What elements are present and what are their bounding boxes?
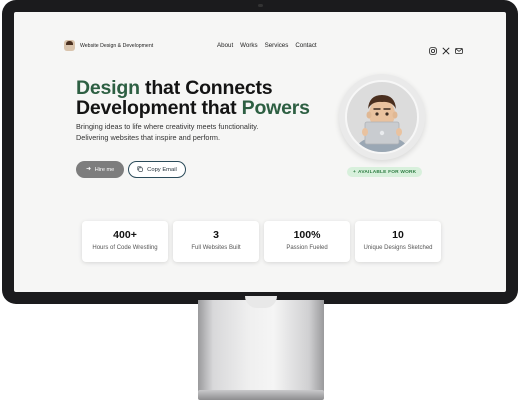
brand-text: Website Design & Development — [80, 42, 154, 49]
stat-value: 10 — [392, 229, 404, 241]
stat-value: 100% — [293, 229, 321, 241]
profile-avatar — [339, 74, 425, 160]
availability-text: AVAILABLE FOR WORK — [358, 169, 417, 175]
screen: Website Design & Development About Works… — [14, 12, 506, 292]
hero-subtitle: Bringing ideas to life where creativity … — [76, 121, 306, 143]
hero-line-2-start: Development that — [76, 97, 242, 119]
brand-avatar — [64, 40, 75, 51]
stat-card: 3 Full Websites Built — [173, 221, 259, 262]
stat-label: Unique Designs Sketched — [363, 245, 433, 251]
stat-card: 10 Unique Designs Sketched — [355, 221, 441, 262]
hero-subtitle-line-1: Bringing ideas to life where creativity … — [76, 122, 259, 131]
nav-link-services[interactable]: Services — [265, 42, 289, 49]
monitor-stand — [198, 300, 324, 392]
stat-card: 400+ Hours of Code Wrestling — [82, 221, 168, 262]
hire-me-button[interactable]: Hire me — [76, 161, 124, 178]
hero-title: Design that Connects Development that Po… — [76, 78, 310, 118]
nav-link-about[interactable]: About — [217, 42, 233, 49]
arrow-right-icon — [86, 166, 91, 173]
copy-email-label: Copy Email — [147, 166, 177, 173]
stat-label: Passion Fueled — [286, 245, 328, 251]
stat-label: Hours of Code Wrestling — [92, 245, 158, 251]
brand[interactable]: Website Design & Development — [64, 40, 153, 51]
copy-icon — [137, 166, 143, 174]
hero-subtitle-line-2: Delivering websites that inspire and per… — [76, 133, 220, 142]
stat-value: 3 — [213, 229, 219, 241]
plus-icon: + — [353, 169, 357, 175]
mail-icon[interactable] — [455, 42, 463, 54]
social-links — [429, 42, 463, 55]
hero-accent-design: Design — [76, 77, 140, 99]
stat-value: 400+ — [113, 229, 137, 241]
hire-me-label: Hire me — [94, 166, 115, 173]
nav-link-contact[interactable]: Contact — [295, 42, 316, 49]
instagram-icon[interactable] — [429, 42, 437, 55]
hero-line-1-rest: that Connects — [139, 77, 273, 99]
x-icon[interactable] — [442, 42, 450, 55]
copy-email-button[interactable]: Copy Email — [128, 161, 186, 178]
stat-label: Full Websites Built — [191, 245, 241, 251]
availability-badge: + AVAILABLE FOR WORK — [347, 167, 423, 177]
stat-card: 100% Passion Fueled — [264, 221, 350, 262]
nav-link-works[interactable]: Works — [240, 42, 257, 49]
hero-line-1: Design that Connects — [76, 77, 273, 99]
monitor-frame: Website Design & Development About Works… — [2, 0, 518, 304]
hero-line-2: Development that Powers — [76, 97, 310, 119]
stand-base — [198, 390, 324, 400]
camera — [258, 4, 263, 7]
hero-accent-powers: Powers — [241, 97, 310, 119]
nav-links: About Works Services Contact — [217, 42, 317, 49]
memoji-illustration — [345, 80, 419, 154]
